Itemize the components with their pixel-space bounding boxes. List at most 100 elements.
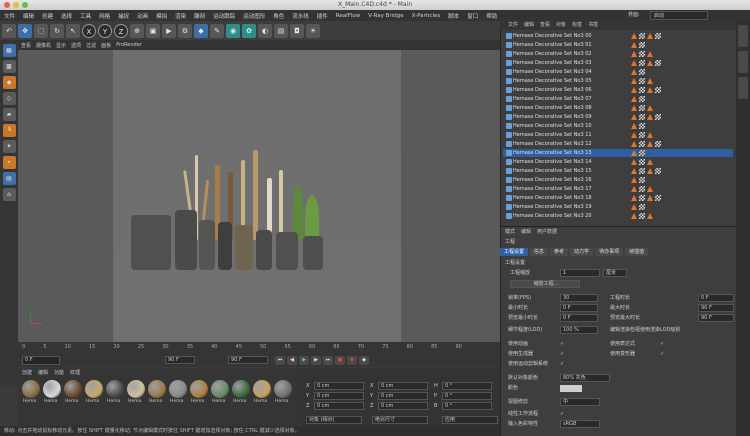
coord-field[interactable]: 0 °: [442, 392, 492, 400]
viewport[interactable]: [18, 50, 500, 342]
object-row[interactable]: Hemase Decorative Set No3 14: [503, 158, 733, 166]
material-tag-icon[interactable]: [631, 177, 637, 183]
object-menu-item[interactable]: 编辑: [524, 21, 534, 30]
move-icon[interactable]: ✥: [18, 23, 32, 38]
select-icon[interactable]: ↖: [66, 23, 80, 38]
scale-field[interactable]: 1: [560, 269, 600, 277]
y-axis-icon[interactable]: Y: [98, 23, 112, 38]
object-tags[interactable]: [631, 141, 661, 147]
object-row[interactable]: Hemase Decorative Set No3 00: [503, 32, 733, 40]
pen-icon[interactable]: ✎: [210, 23, 224, 38]
material-tag-icon[interactable]: [647, 78, 653, 84]
use-generators-check[interactable]: ✓: [560, 350, 564, 358]
texture-tag-icon[interactable]: [639, 42, 645, 48]
menu-item[interactable]: 渲染: [175, 12, 186, 20]
attribute-tab[interactable]: 动力学: [570, 248, 594, 256]
cloner-icon[interactable]: ✿: [242, 23, 256, 38]
texture-tag-icon[interactable]: [639, 186, 645, 192]
keyframe-icon[interactable]: ◆: [359, 356, 369, 365]
camera-icon[interactable]: ◘: [290, 23, 304, 38]
prev-frame-icon[interactable]: ◀: [287, 356, 297, 365]
fps-field[interactable]: 30: [560, 294, 598, 302]
menu-item[interactable]: V-Ray Bridge: [368, 13, 403, 19]
texture-tag-icon[interactable]: [639, 69, 645, 75]
material-tag-icon[interactable]: [631, 204, 637, 210]
preview-end-field[interactable]: 90 F: [228, 356, 268, 364]
current-frame-field[interactable]: 0 F: [22, 356, 60, 365]
viewport-menu-item[interactable]: 显示: [56, 42, 66, 49]
material-menu-item[interactable]: 编辑: [38, 369, 48, 376]
workplane-icon[interactable]: ▤: [2, 172, 16, 185]
coord-field[interactable]: 0 cm: [378, 392, 428, 400]
points-mode-icon[interactable]: ◆: [2, 76, 16, 89]
material-tag-icon[interactable]: [631, 213, 637, 219]
material-tag-icon[interactable]: [647, 159, 653, 165]
material-tag-icon[interactable]: [631, 60, 637, 66]
use-expressions-check[interactable]: ✓: [660, 340, 664, 348]
preview-min-field[interactable]: 0 F: [560, 314, 598, 322]
object-tags[interactable]: [631, 69, 645, 75]
coord-field[interactable]: 0 cm: [314, 402, 364, 410]
input-color-select[interactable]: sRGB: [560, 420, 600, 428]
coord-field[interactable]: 0 cm: [378, 382, 428, 390]
use-deformers-check[interactable]: ✓: [660, 350, 664, 358]
record-icon[interactable]: ●: [335, 356, 345, 365]
viewport-menu-item[interactable]: 面板: [101, 42, 111, 49]
render-view-icon[interactable]: ▣: [146, 23, 160, 38]
object-row[interactable]: Hemase Decorative Set No3 17: [503, 185, 733, 193]
texture-tag-icon[interactable]: [639, 96, 645, 102]
coord-field[interactable]: 0 cm: [378, 402, 428, 410]
object-row[interactable]: Hemase Decorative Set No3 10: [503, 122, 733, 130]
object-tags[interactable]: [631, 177, 645, 183]
object-row[interactable]: Hemase Decorative Set No3 04: [503, 68, 733, 76]
object-row[interactable]: Hemase Decorative Set No3 08: [503, 104, 733, 112]
material-tag-icon[interactable]: [647, 114, 653, 120]
side-tab-content[interactable]: [738, 51, 748, 73]
material-item[interactable]: Hema: [211, 380, 231, 404]
menu-item[interactable]: 运动跟踪: [213, 12, 235, 20]
object-row[interactable]: Hemase Decorative Set No3 07: [503, 95, 733, 103]
object-tags[interactable]: [631, 87, 661, 93]
coord-field[interactable]: 0 °: [442, 402, 492, 410]
material-tag-icon[interactable]: [631, 132, 637, 138]
object-tags[interactable]: [631, 60, 661, 66]
material-item[interactable]: Hema: [274, 380, 294, 404]
attribute-menu-item[interactable]: 编辑: [521, 228, 531, 235]
menu-item[interactable]: 流水线: [292, 12, 309, 20]
material-tag-icon[interactable]: [631, 195, 637, 201]
object-menu-item[interactable]: 文件: [508, 21, 518, 30]
material-tag-icon[interactable]: [647, 186, 653, 192]
scale-project-button[interactable]: 缩放工程...: [510, 280, 580, 288]
object-tags[interactable]: [631, 114, 661, 120]
material-tag-icon[interactable]: [631, 168, 637, 174]
material-tag-icon[interactable]: [631, 96, 637, 102]
play-icon[interactable]: ▶: [299, 356, 309, 365]
viewport-menu-item[interactable]: 查看: [21, 42, 31, 49]
tweak-mode-icon[interactable]: ✦: [2, 140, 16, 153]
menu-item[interactable]: 网格: [99, 12, 110, 20]
render-icon[interactable]: ▶: [162, 23, 176, 38]
object-tags[interactable]: [631, 159, 653, 165]
scale-icon[interactable]: ⬚: [34, 23, 48, 38]
texture-tag-icon[interactable]: [655, 195, 661, 201]
material-item[interactable]: Hema: [190, 380, 210, 404]
attribute-tab[interactable]: 参考: [550, 248, 569, 256]
menu-item[interactable]: 动画: [137, 12, 148, 20]
menu-item[interactable]: 运动图形: [243, 12, 265, 20]
texture-tag-icon[interactable]: [639, 132, 645, 138]
material-tag-icon[interactable]: [631, 150, 637, 156]
menu-item[interactable]: 窗口: [467, 12, 478, 20]
material-tag-icon[interactable]: [647, 213, 653, 219]
menu-item[interactable]: 脚本: [448, 12, 459, 20]
linear-workflow-check[interactable]: ✓: [560, 410, 564, 418]
material-item[interactable]: Hema: [232, 380, 252, 404]
material-tag-icon[interactable]: [631, 114, 637, 120]
object-tags[interactable]: [631, 123, 645, 129]
texture-tag-icon[interactable]: [639, 168, 645, 174]
cube-icon[interactable]: ◆: [194, 23, 208, 38]
material-tag-icon[interactable]: [631, 105, 637, 111]
texture-tag-icon[interactable]: [639, 141, 645, 147]
menu-item[interactable]: 工具: [80, 12, 91, 20]
snap-icon[interactable]: ⌖: [2, 156, 16, 169]
object-menu-item[interactable]: 标签: [572, 21, 582, 30]
